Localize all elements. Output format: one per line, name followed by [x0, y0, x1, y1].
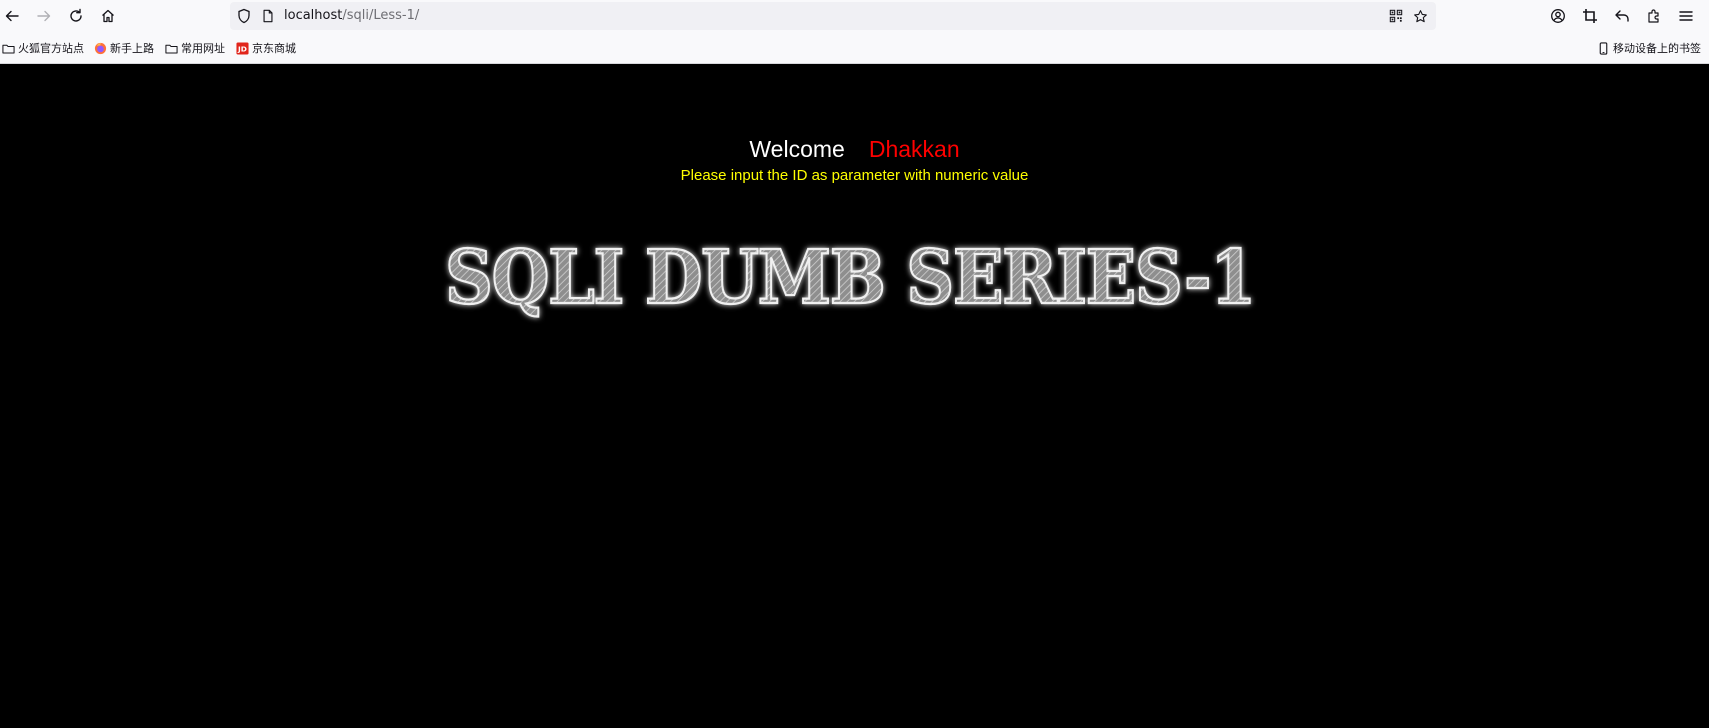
bookmark-label: 新手上路 [110, 42, 154, 55]
reload-icon [70, 8, 82, 22]
bookmark-label: 常用网址 [181, 42, 225, 55]
sqli-dumb-series-banner: SQLI DUMB SERIES-1 [444, 234, 1258, 322]
bookmarks-toolbar: 火狐官方站点 新手上路 常用网址 JD 京东商城 移动设备上的书签 [0, 32, 1709, 64]
crop-icon [1583, 9, 1597, 23]
instruction-text: Please input the ID as parameter with nu… [680, 167, 1029, 184]
page-icon[interactable] [260, 8, 276, 24]
url-bar[interactable]: localhost/sqli/Less-1/ [230, 2, 1436, 30]
menu-button[interactable] [1674, 4, 1698, 28]
back-arrow-icon [5, 10, 19, 22]
folder-icon [165, 42, 178, 55]
banner-text: SQLI DUMB SERIES-1 [445, 235, 1255, 321]
undo-arrow-icon [1615, 10, 1629, 22]
star-bookmark-icon[interactable] [1412, 8, 1428, 24]
mobile-bookmarks-item[interactable]: 移动设备上的书签 [1597, 40, 1701, 56]
forward-arrow-icon [37, 10, 51, 22]
mobile-phone-icon [1597, 41, 1610, 55]
url-text[interactable]: localhost/sqli/Less-1/ [284, 8, 419, 23]
back-button[interactable] [0, 4, 24, 28]
bookmark-item[interactable]: 常用网址 [165, 40, 225, 56]
bookmark-item[interactable]: JD 京东商城 [236, 40, 296, 56]
browser-toolbar: localhost/sqli/Less-1/ [0, 0, 1709, 32]
account-icon [1551, 9, 1565, 23]
extensions-button[interactable] [1642, 4, 1666, 28]
welcome-text: Welcome [749, 136, 845, 162]
mobile-bookmarks-label: 移动设备上的书签 [1613, 42, 1701, 55]
welcome-line: Welcome Dhakkan [0, 136, 1709, 163]
account-button[interactable] [1546, 4, 1570, 28]
forward-button[interactable] [32, 4, 56, 28]
bookmark-label: 京东商城 [252, 42, 296, 55]
jd-icon: JD [236, 41, 249, 55]
reload-button[interactable] [64, 4, 88, 28]
url-path: /sqli/Less-1/ [342, 8, 420, 23]
shield-icon[interactable] [236, 8, 252, 24]
undo-button[interactable] [1610, 4, 1634, 28]
qr-code-icon[interactable] [1388, 8, 1404, 24]
hamburger-menu-icon [1679, 11, 1693, 21]
url-host: localhost [284, 8, 343, 23]
bookmark-item[interactable]: 新手上路 [94, 40, 154, 56]
home-icon [102, 9, 114, 23]
bookmark-item[interactable]: 火狐官方站点 [2, 40, 84, 56]
home-button[interactable] [96, 4, 120, 28]
folder-icon [2, 42, 15, 55]
bookmark-label: 火狐官方站点 [18, 42, 84, 55]
screenshot-crop-button[interactable] [1578, 4, 1602, 28]
username-text: Dhakkan [868, 136, 960, 162]
puzzle-icon [1648, 9, 1659, 23]
svg-text:JD: JD [237, 44, 247, 53]
page-content: Welcome Dhakkan Please input the ID as pa… [0, 65, 1709, 728]
firefox-icon [94, 42, 107, 55]
